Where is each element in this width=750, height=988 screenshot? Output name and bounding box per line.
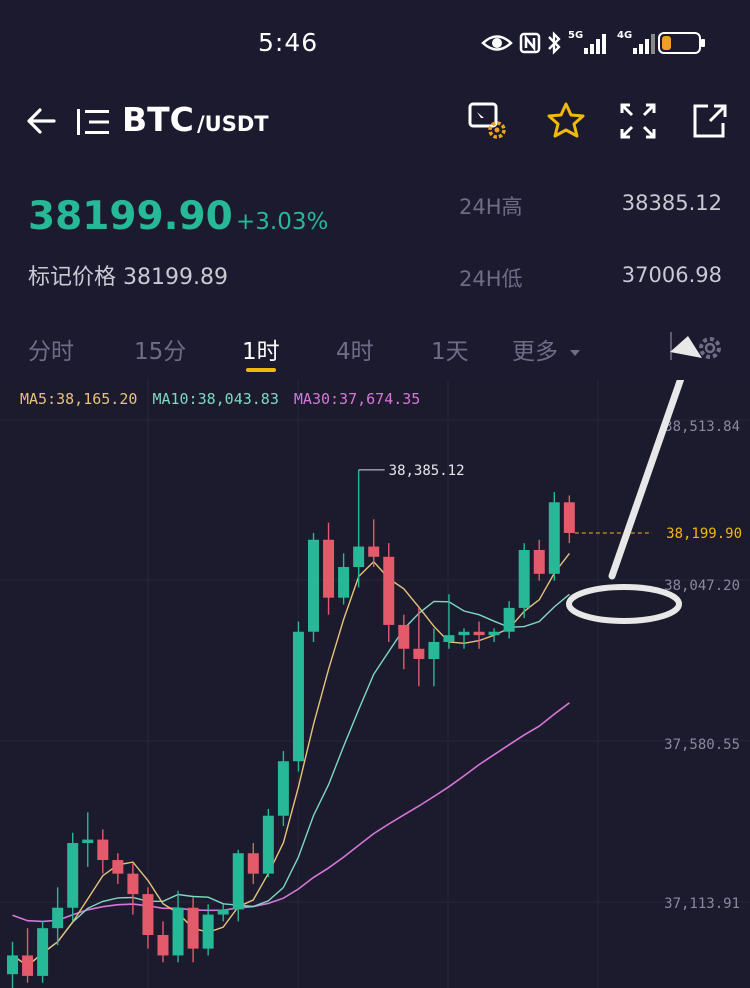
ma5-value: MA5:38,165.20 [20,390,138,408]
candle-body [383,556,395,625]
last-price: 38199.90 [28,194,233,239]
fullscreen-icon[interactable] [618,101,658,141]
y-axis-tick-label: 37,580.55 [664,737,740,753]
candle-body [443,635,455,642]
mark-price-value: 38199.89 [123,265,228,290]
candle-body [323,539,335,598]
mark-price-row: 标记价格 38199.89 [28,259,228,291]
candle-body [503,607,515,632]
ma-legend: MA5:38,165.20 MA10:38,043.83 MA30:37,674… [20,390,420,408]
annotation-ellipse [566,584,682,624]
high-24h-label: 24H高 [459,195,523,219]
high-marker-label: 38,385.12 [389,463,465,479]
bluetooth-icon [548,31,561,55]
eye-icon [481,35,513,51]
candle-body [97,839,109,861]
candle-body [187,907,199,949]
candle-body [473,631,485,636]
tab-1h[interactable]: 1时 [242,332,280,366]
menu-icon[interactable] [76,106,110,138]
tab-4h[interactable]: 4时 [336,332,374,366]
current-price-label: 38,199.90 [666,526,742,542]
status-time: 5:46 [258,28,319,57]
change-percent: +3.03% [236,209,329,235]
candle-body [458,631,470,636]
mark-price-label: 标记价格 [28,265,117,290]
candle-body [157,934,169,956]
share-icon[interactable] [690,101,730,141]
back-arrow-icon[interactable] [24,103,60,139]
candle-body [82,839,94,844]
y-axis-tick-label: 37,113.91 [664,896,740,912]
tab-more-label: 更多 [512,339,558,365]
candlestick-chart-svg: 38,513.84 38,047.20 37,580.55 37,113.91 38,3… [0,380,750,988]
candle-body [548,502,560,574]
tab-timeshare[interactable]: 分时 [28,332,74,366]
candle-body [262,815,274,874]
battery-icon [658,32,705,54]
candle-body [277,761,289,816]
candle-body [202,914,214,949]
tab-1d[interactable]: 1天 [431,332,469,366]
5g-signal-icon [584,34,606,54]
candle-body [232,853,244,910]
candle-body [308,539,319,632]
candle-body [368,546,380,557]
candle-body [398,624,410,649]
candle-body [37,928,49,976]
nfc-icon [519,32,541,54]
caret-down-icon [570,349,581,356]
tab-15m[interactable]: 15分 [134,332,186,366]
pair-base[interactable]: BTC [122,100,194,139]
ma30-value: MA30:37,674.35 [293,390,421,408]
candle-body [112,860,124,874]
low-24h-label: 24H低 [459,267,523,291]
candle-body [7,955,18,975]
pair-quote[interactable]: /USDT [197,112,269,136]
candle-body [488,631,500,636]
chart-settings-icon[interactable] [468,101,508,141]
active-tab-indicator [246,368,276,372]
candle-body [142,894,154,935]
candle-body [172,907,184,956]
candle-body [428,641,440,660]
candle-body [22,955,34,976]
annotation-arrowhead-icon [670,336,702,358]
candle-body [518,549,530,608]
ma10-value: MA10:38,043.83 [152,390,279,408]
candle-body [338,567,350,598]
4g-signal-icon [633,34,655,54]
y-axis-tick-label: 38,047.20 [664,578,740,594]
ma10-line [12,593,570,967]
high-24h-value: 38385.12 [621,191,722,215]
candle-body [292,631,304,762]
candle-body [67,843,79,908]
candle-body [413,648,425,660]
candle-body [247,853,259,874]
tab-more[interactable]: 更多 [512,332,581,366]
candle-body [563,502,575,533]
candle-body [52,907,64,929]
y-axis-tick-label: 38,513.84 [664,419,740,435]
candle-body [127,873,139,895]
candle-body [533,549,545,574]
candle-body [217,909,229,915]
candle-body [353,546,365,568]
low-24h-value: 37006.98 [621,263,722,287]
star-icon[interactable] [546,101,586,141]
annotation-arrow-shaft [608,380,685,580]
